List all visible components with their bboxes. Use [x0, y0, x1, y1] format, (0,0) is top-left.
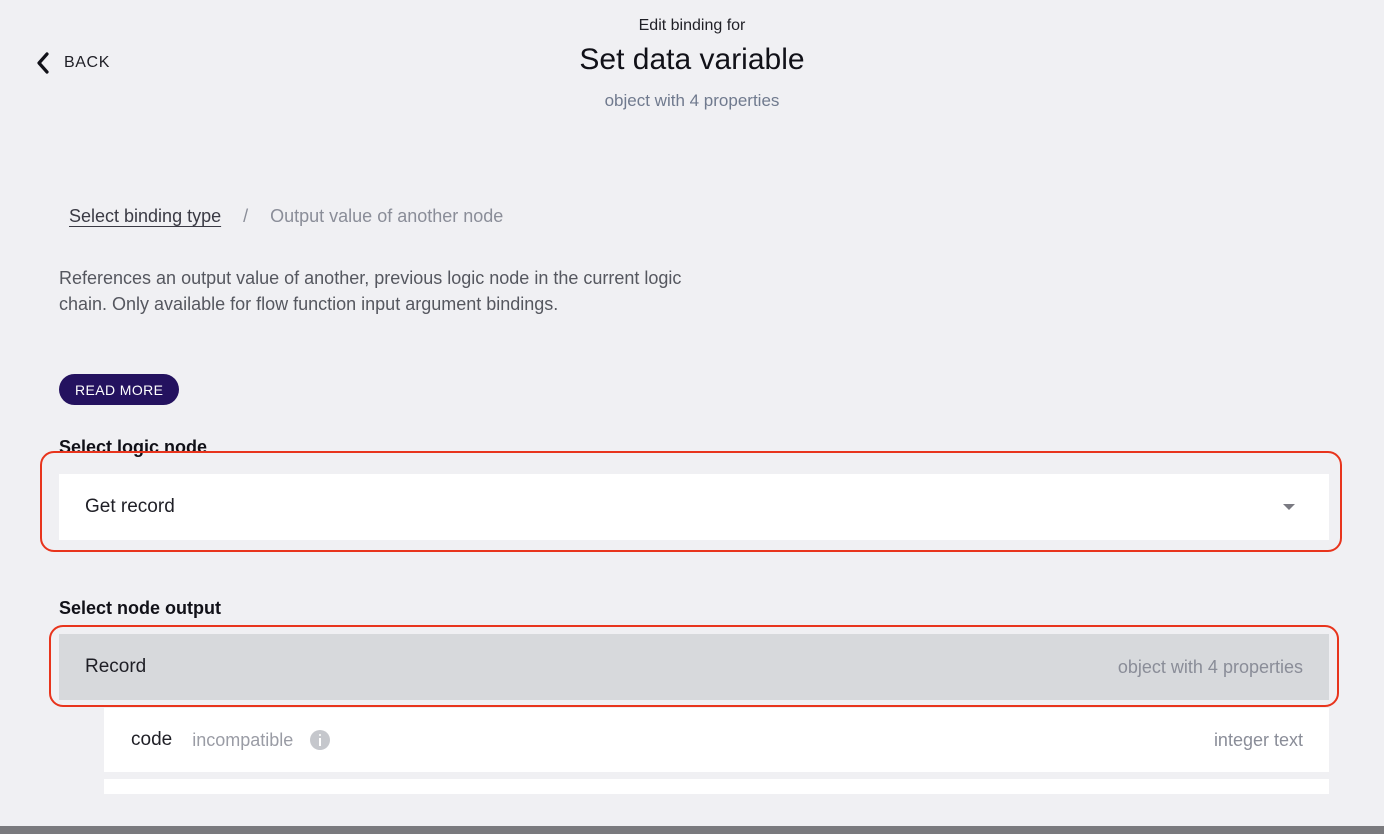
- header-subtitle: Edit binding for: [638, 17, 746, 34]
- node-output-record-row[interactable]: Record object with 4 properties: [59, 634, 1329, 700]
- logic-node-label: Select logic node: [59, 437, 208, 457]
- breadcrumb-current: Output value of another node: [270, 206, 504, 226]
- logic-node-selected-value: Get record: [85, 496, 175, 517]
- bottom-divider: [0, 826, 1384, 834]
- output-property-row: code incompatible integer text: [104, 708, 1329, 772]
- binding-description: References an output value of another, p…: [59, 268, 682, 314]
- output-property-row-partial: [104, 779, 1329, 794]
- info-icon[interactable]: [310, 730, 331, 750]
- property-type: integer text: [1213, 729, 1303, 750]
- breadcrumb-separator: /: [243, 206, 249, 226]
- property-status: incompatible: [192, 729, 294, 750]
- dropdown-arrow-icon: [1283, 504, 1295, 510]
- read-more-button[interactable]: READ MORE: [59, 374, 180, 405]
- logic-node-select[interactable]: Get record: [59, 474, 1329, 540]
- page-title: Set data variable: [579, 43, 805, 76]
- output-type: object with 4 properties: [1117, 656, 1303, 677]
- header-type-label: object with 4 properties: [604, 91, 780, 110]
- breadcrumb: Select binding type / Output value of an…: [69, 206, 503, 227]
- property-name: code: [131, 729, 173, 750]
- node-output-label: Select node output: [59, 598, 221, 618]
- breadcrumb-link-binding-type[interactable]: Select binding type: [69, 206, 221, 227]
- output-name: Record: [85, 656, 147, 677]
